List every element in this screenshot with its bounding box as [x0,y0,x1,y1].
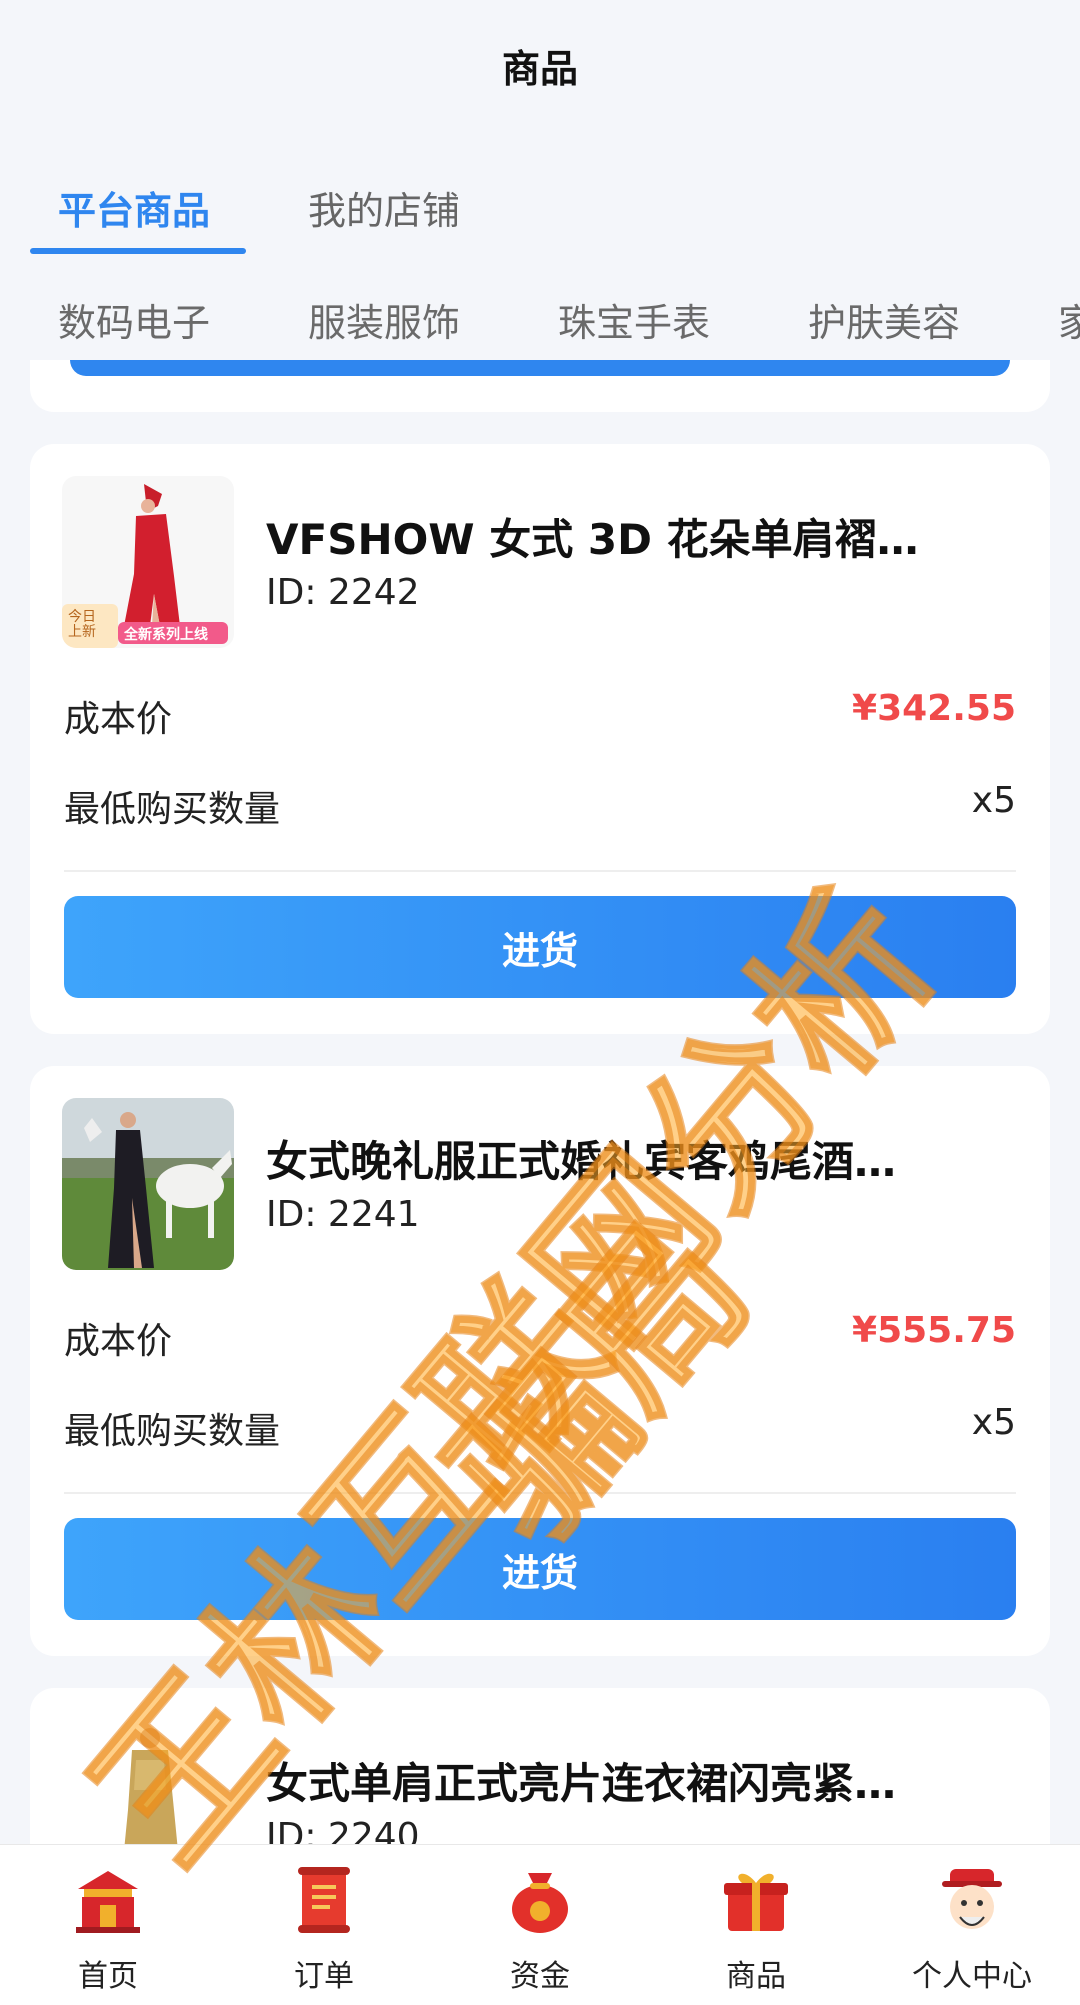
nav-item-funds[interactable]: 资金 [432,1863,648,1995]
tab-platform-products[interactable]: 平台商品 [58,180,210,235]
temple-icon [76,1871,140,1933]
product-title[interactable]: 女式单肩正式亮片连衣裙闪亮紧… [266,1750,986,1811]
product-id: ID: 2241 [266,1194,420,1235]
product-thumbnail[interactable]: 今日 上新 全新系列上线 [62,476,234,648]
nav-item-profile[interactable]: 个人中心 [864,1863,1080,1995]
product-card: 今日 上新 全新系列上线 VFSHOW 女式 3D 花朵单肩褶… ID: 224… [30,444,1050,1034]
tab-my-store[interactable]: 我的店铺 [308,180,460,235]
category-apparel[interactable]: 服装服饰 [308,292,460,347]
god-of-wealth-icon [942,1869,1002,1929]
cost-price-label: 成本价 [64,1321,173,1362]
category-home[interactable]: 家 [1058,292,1080,347]
nav-label: 个人中心 [912,1959,1032,1994]
buy-button-fragment[interactable] [70,360,1010,376]
cost-price-value: ¥342.55 [852,688,1016,729]
product-card: 女式晚礼服正式婚礼宾客鸡尾酒… ID: 2241 成本价 ¥555.75 最低购… [30,1066,1050,1656]
bottom-nav: 首页 订单 资金 商品 个人中心 [0,1844,1080,2005]
nav-label: 订单 [294,1959,354,1994]
buy-button[interactable]: 进货 [64,896,1016,998]
page-header: 商品 [0,0,1080,130]
category-strip: 数码电子 服装服饰 珠宝手表 护肤美容 家 [0,280,1080,360]
product-card-partial [30,360,1050,412]
nav-label: 资金 [510,1959,570,1994]
product-title[interactable]: VFSHOW 女式 3D 花朵单肩褶… [266,506,986,567]
cost-price-label: 成本价 [64,699,173,740]
gift-box-icon [724,1873,788,1931]
min-qty-value: x5 [971,780,1016,821]
tab-bar: 平台商品 我的店铺 [0,170,1080,260]
money-bag-icon [512,1873,568,1933]
product-thumbnail[interactable] [62,1098,234,1270]
product-title[interactable]: 女式晚礼服正式婚礼宾客鸡尾酒… [266,1128,986,1189]
category-jewelry-watch[interactable]: 珠宝手表 [558,292,710,347]
min-qty-label: 最低购买数量 [64,789,281,830]
category-skincare[interactable]: 护肤美容 [808,292,960,347]
nav-label: 首页 [78,1959,138,1994]
card-divider [64,1492,1016,1494]
category-digital[interactable]: 数码电子 [58,292,210,347]
nav-item-orders[interactable]: 订单 [216,1863,432,1995]
product-id: ID: 2242 [266,572,420,613]
today-new-badge: 今日 上新 [68,609,96,640]
nav-label: 商品 [726,1959,786,1994]
nav-item-products[interactable]: 商品 [648,1863,864,1995]
scroll-icon [298,1867,350,1933]
nav-item-home[interactable]: 首页 [0,1863,216,1995]
min-qty-value: x5 [971,1402,1016,1443]
min-qty-label: 最低购买数量 [64,1411,281,1452]
cost-price-value: ¥555.75 [852,1310,1016,1351]
active-tab-indicator [30,248,246,254]
card-divider [64,870,1016,872]
new-series-badge: 全新系列上线 [124,627,208,643]
buy-button[interactable]: 进货 [64,1518,1016,1620]
page-title: 商品 [501,46,578,91]
